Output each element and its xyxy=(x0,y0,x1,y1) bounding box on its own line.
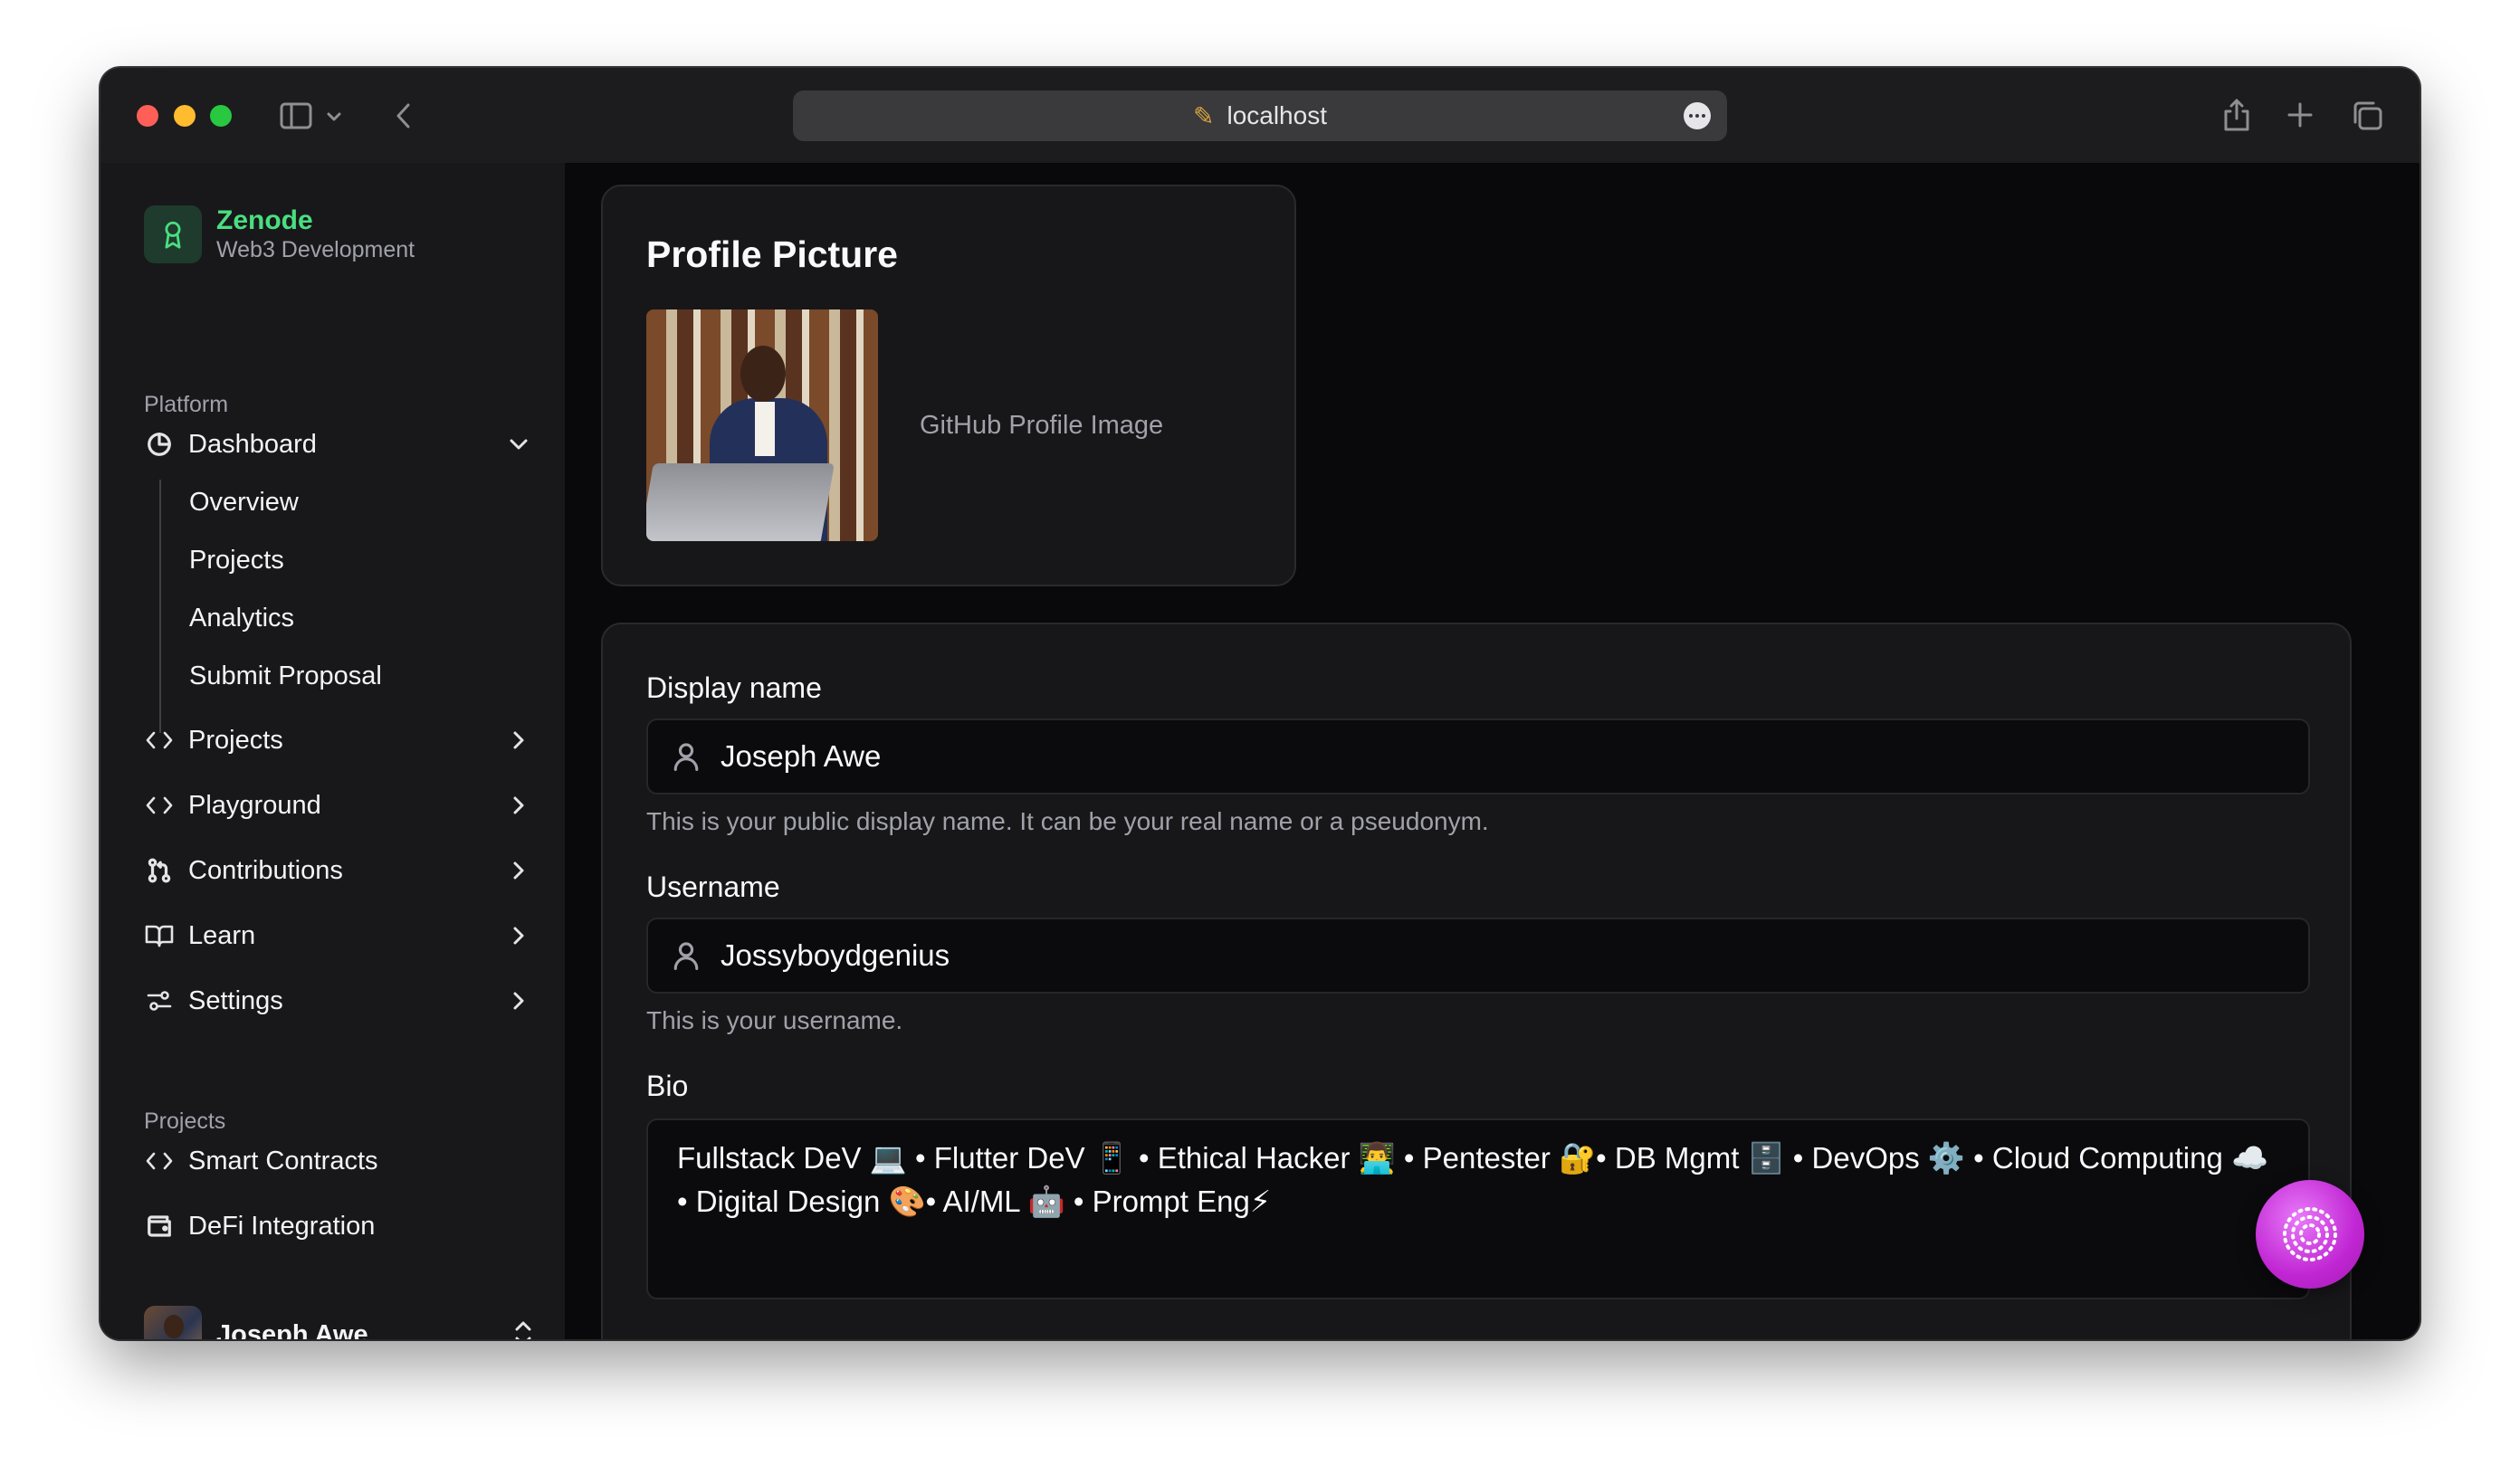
sidebar-item-label: Smart Contracts xyxy=(188,1146,378,1175)
code-icon xyxy=(144,790,175,821)
username-input[interactable]: Jossyboydgenius xyxy=(646,918,2310,994)
sidebar-item-label: Dashboard xyxy=(188,429,317,459)
back-icon[interactable] xyxy=(390,100,417,131)
code-icon xyxy=(144,725,175,756)
url-text: localhost xyxy=(1227,101,1327,129)
display-name-input[interactable]: Joseph Awe xyxy=(646,718,2310,795)
sidebar-item-projects[interactable]: Projects xyxy=(144,715,533,766)
projects-group-label: Projects xyxy=(144,1109,226,1134)
profile-image[interactable] xyxy=(646,309,878,541)
platform-group-label: Platform xyxy=(144,392,229,417)
browser-window: ✎ localhost Zenode Web3 Development Plat… xyxy=(100,68,2420,1339)
sidebar-item-label: Settings xyxy=(188,985,283,1015)
avatar xyxy=(144,1306,202,1339)
username-value: Jossyboydgenius xyxy=(721,938,950,972)
close-window-button[interactable] xyxy=(137,105,158,127)
profile-picture-title: Profile Picture xyxy=(646,233,898,275)
chevron-right-icon xyxy=(504,791,533,820)
assistant-button[interactable] xyxy=(2256,1180,2364,1289)
address-bar[interactable]: ✎ localhost xyxy=(793,90,1727,141)
sidebar-item-dashboard[interactable]: Dashboard xyxy=(144,419,533,470)
chevron-right-icon xyxy=(504,726,533,755)
chevron-right-icon xyxy=(504,921,533,950)
sidebar-item-contributions[interactable]: Contributions xyxy=(144,845,533,896)
git-pull-request-icon xyxy=(144,855,175,886)
sidebar-item-defi-integration[interactable]: DeFi Integration xyxy=(144,1201,533,1251)
pencil-icon: ✎ xyxy=(1193,101,1215,130)
sidebar-item-label: Projects xyxy=(188,725,283,755)
sidebar-item-settings[interactable]: Settings xyxy=(144,975,533,1026)
username-label: Username xyxy=(646,871,780,903)
new-tab-icon[interactable] xyxy=(2284,99,2316,131)
subnav-item-overview[interactable]: Overview xyxy=(189,480,299,525)
sidebar-item-learn[interactable]: Learn xyxy=(144,910,533,961)
username-help: This is your username. xyxy=(646,1006,903,1034)
chevron-right-icon xyxy=(504,986,533,1015)
chevron-down-icon xyxy=(504,430,533,459)
spiral-icon xyxy=(2283,1207,2337,1261)
sidebar-item-label: Contributions xyxy=(188,855,343,885)
brand-name: Zenode xyxy=(216,205,313,235)
minimize-window-button[interactable] xyxy=(174,105,196,127)
more-icon[interactable] xyxy=(1684,102,1711,129)
user-menu[interactable]: Joseph Awe xyxy=(144,1305,533,1339)
chevron-down-icon[interactable] xyxy=(323,106,345,128)
app-sidebar: Zenode Web3 Development Platform Dashboa… xyxy=(100,163,565,1339)
settings-sliders-icon xyxy=(144,985,175,1016)
main-content: Profile Picture GitHub Profile Image Dis… xyxy=(565,163,2420,1339)
display-name-value: Joseph Awe xyxy=(721,739,882,773)
sidebar-toggle-icon[interactable] xyxy=(278,100,314,131)
sidebar-item-label: Playground xyxy=(188,790,321,820)
bio-label: Bio xyxy=(646,1070,689,1102)
sidebar-item-label: DeFi Integration xyxy=(188,1211,376,1241)
subnav-item-projects[interactable]: Projects xyxy=(189,538,284,583)
share-icon[interactable] xyxy=(2219,95,2255,135)
display-name-label: Display name xyxy=(646,671,822,704)
chevrons-up-down-icon xyxy=(513,1319,533,1339)
profile-image-caption: GitHub Profile Image xyxy=(920,411,1164,440)
profile-form-card: Display name Joseph Awe This is your pub… xyxy=(601,623,2352,1339)
tab-overview-icon[interactable] xyxy=(2349,99,2385,133)
display-name-help: This is your public display name. It can… xyxy=(646,807,1489,835)
brand[interactable]: Zenode Web3 Development xyxy=(144,205,415,263)
browser-toolbar: ✎ localhost xyxy=(100,68,2420,163)
sidebar-item-smart-contracts[interactable]: Smart Contracts xyxy=(144,1136,533,1186)
subnav-item-analytics[interactable]: Analytics xyxy=(189,595,294,641)
chevron-right-icon xyxy=(504,856,533,885)
subnav-divider xyxy=(159,480,161,733)
user-name: Joseph Awe xyxy=(216,1319,368,1340)
brand-subtitle: Web3 Development xyxy=(216,237,415,262)
code-icon xyxy=(144,1146,175,1176)
pie-chart-icon xyxy=(144,429,175,460)
book-icon xyxy=(144,920,175,951)
profile-image-laptop xyxy=(646,463,835,541)
bio-textarea[interactable]: Fullstack DeV 💻 • Flutter DeV 📱 • Ethica… xyxy=(646,1118,2310,1299)
profile-picture-card: Profile Picture GitHub Profile Image xyxy=(601,185,1296,586)
sidebar-item-playground[interactable]: Playground xyxy=(144,780,533,831)
wallet-icon xyxy=(144,1211,175,1242)
bio-value: Fullstack DeV 💻 • Flutter DeV 📱 • Ethica… xyxy=(677,1141,2269,1218)
user-icon xyxy=(670,740,702,773)
award-icon xyxy=(144,205,202,263)
subnav-item-submit-proposal[interactable]: Submit Proposal xyxy=(189,653,382,699)
user-icon xyxy=(670,939,702,972)
sidebar-item-label: Learn xyxy=(188,920,256,950)
zoom-window-button[interactable] xyxy=(210,105,232,127)
